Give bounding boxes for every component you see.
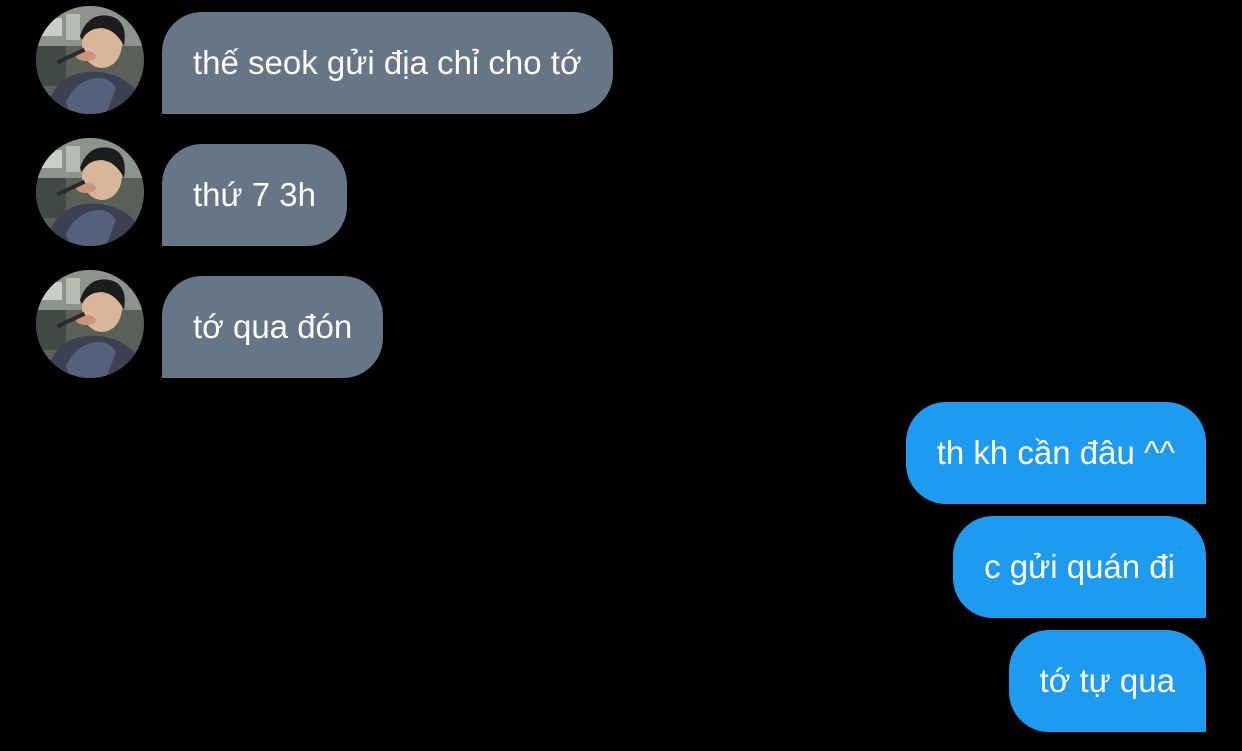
message-text: tớ qua đón bbox=[193, 308, 353, 345]
incoming-message-bubble[interactable]: thế seok gửi địa chỉ cho tớ bbox=[162, 12, 613, 114]
message-text: thế seok gửi địa chỉ cho tớ bbox=[193, 44, 582, 81]
outgoing-message-bubble[interactable]: c gửi quán đi bbox=[953, 516, 1206, 618]
incoming-message-bubble[interactable]: tớ qua đón bbox=[162, 276, 384, 378]
outgoing-message-bubble[interactable]: tớ tự qua bbox=[1008, 630, 1206, 732]
avatar[interactable] bbox=[36, 270, 144, 378]
message-text: th kh cần đâu ^^ bbox=[936, 434, 1175, 471]
message-text: c gửi quán đi bbox=[984, 548, 1175, 585]
avatar[interactable] bbox=[36, 138, 144, 246]
message-text: thứ 7 3h bbox=[193, 176, 317, 213]
avatar-photo bbox=[36, 270, 144, 378]
outgoing-message-bubble[interactable]: th kh cần đâu ^^ bbox=[905, 402, 1206, 504]
incoming-message-bubble[interactable]: thứ 7 3h bbox=[162, 144, 348, 246]
avatar[interactable] bbox=[36, 6, 144, 114]
message-text: tớ tự qua bbox=[1039, 662, 1175, 699]
avatar-photo bbox=[36, 138, 144, 246]
avatar-photo bbox=[36, 6, 144, 114]
